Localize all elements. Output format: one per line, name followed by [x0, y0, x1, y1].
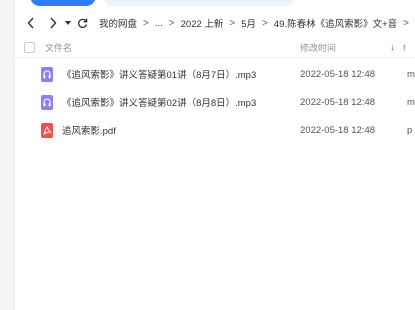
refresh-button[interactable]	[75, 13, 91, 33]
file-modified: 2022-05-18 12:48	[300, 68, 376, 80]
pdf-file-icon	[41, 122, 53, 138]
file-name[interactable]: 《追风索影》讲义答疑第02讲（8月8日）.mp3	[62, 95, 256, 109]
caret-down-icon	[65, 21, 72, 25]
table-row[interactable]: 《追风索影》讲义答疑第01讲（8月7日）.mp3 2022-05-18 12:4…	[15, 60, 415, 88]
column-header-modified[interactable]: 修改时间	[300, 41, 336, 54]
file-modified: 2022-05-18 12:48	[300, 124, 376, 136]
breadcrumb-separator: >	[168, 17, 175, 29]
back-button[interactable]	[23, 13, 39, 33]
file-name[interactable]: 追风索影.pdf	[62, 123, 116, 137]
breadcrumb-separator: >	[143, 17, 149, 29]
sidebar-strip	[0, 0, 15, 310]
table-header: 文件名 修改时间 ↓ f	[15, 38, 415, 58]
column-header-name[interactable]: 文件名	[45, 41, 72, 54]
breadcrumb-item-root[interactable]: 我的网盘	[99, 16, 137, 30]
breadcrumb-separator: >	[262, 17, 268, 29]
table-row[interactable]: 追风索影.pdf 2022-05-18 12:48 p	[15, 116, 415, 144]
audio-file-icon	[41, 94, 53, 110]
audio-file-icon	[41, 66, 53, 82]
history-dropdown[interactable]	[64, 13, 73, 33]
forward-button[interactable]	[45, 13, 61, 33]
navigation-bar: 我的网盘 > ... > 2022 上新 > 5月 > 49.陈春林《追风索影》…	[15, 12, 415, 34]
refresh-icon	[78, 18, 88, 28]
breadcrumb-item-collapsed[interactable]: ...	[155, 18, 163, 29]
file-browser: 我的网盘 > ... > 2022 上新 > 5月 > 49.陈春林《追风索影》…	[15, 0, 415, 310]
sort-arrow-icon[interactable]: ↓	[390, 42, 395, 53]
file-extra: m	[407, 68, 415, 80]
file-extra: p	[407, 124, 413, 136]
file-extra: m	[407, 96, 415, 108]
breadcrumb-expand-arrow[interactable]: >	[403, 18, 409, 29]
breadcrumb-separator: >	[229, 17, 236, 29]
column-header-extra[interactable]: f	[403, 43, 406, 53]
breadcrumb-item-2022[interactable]: 2022 上新	[181, 16, 224, 30]
breadcrumb-item-may[interactable]: 5月	[241, 16, 256, 30]
table-row[interactable]: 《追风索影》讲义答疑第02讲（8月8日）.mp3 2022-05-18 12:4…	[15, 88, 415, 116]
chevron-right-icon	[50, 17, 57, 29]
select-all-checkbox[interactable]	[24, 42, 35, 53]
chevron-left-icon	[27, 17, 34, 29]
breadcrumb-item-current[interactable]: 49.陈春林《追风索影》文+音	[274, 16, 397, 30]
breadcrumb: 我的网盘 > ... > 2022 上新 > 5月 > 49.陈春林《追风索影》…	[99, 16, 415, 31]
file-modified: 2022-05-18 12:48	[300, 96, 376, 108]
file-name[interactable]: 《追风索影》讲义答疑第01讲（8月7日）.mp3	[62, 67, 256, 81]
